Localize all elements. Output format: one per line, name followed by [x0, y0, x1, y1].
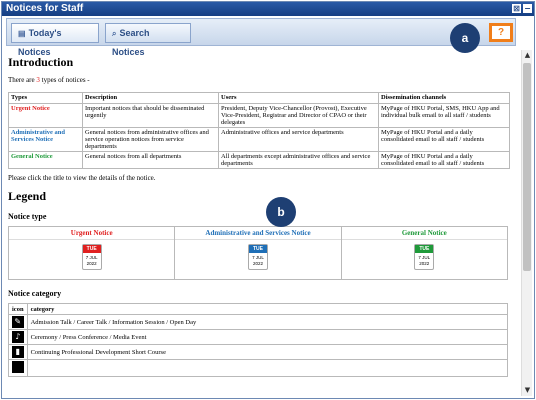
- column-header: Types: [8, 92, 83, 104]
- ceremony-icon: ♪: [11, 331, 24, 343]
- notice-type-heading: Notice type: [8, 212, 47, 221]
- users-cell: Administrative offices and service depar…: [218, 127, 379, 152]
- click-hint-text: Please click the title to view the detai…: [8, 174, 156, 182]
- description-cell: General notices from administrative offi…: [82, 127, 219, 152]
- calendar-icon: ▤: [18, 29, 26, 38]
- calendar-year: 2022: [252, 261, 263, 266]
- calendar-day: TUE: [248, 245, 267, 253]
- column-header: Dissemination channels: [378, 92, 510, 104]
- icon-cell: ▮: [8, 344, 28, 360]
- channels-cell: MyPage of HKU Portal and a daily consoli…: [378, 151, 510, 169]
- icon-cell: [8, 359, 28, 377]
- calendar-icon: TUE 7 JUL 2022: [414, 244, 435, 270]
- category-cell: [26, 359, 509, 377]
- annotation-bubble-b: b: [266, 197, 296, 227]
- intro-text: There are 3 types of notices -: [8, 76, 90, 84]
- type-cell: Urgent Notice: [8, 103, 83, 128]
- column-header: Description: [82, 92, 219, 104]
- notice-type-legend: Urgent Notice TUE 7 JUL 2022 Administrat…: [8, 226, 508, 280]
- talk-icon: ✎: [11, 316, 24, 328]
- window-title: Notices for Staff: [6, 3, 84, 14]
- type-cell: Administrative and Services Notice: [8, 127, 83, 152]
- calendar-day: TUE: [82, 245, 101, 253]
- notice-types-table: Types Description Users Dissemination ch…: [8, 92, 510, 169]
- description-cell: General notices from all departments: [82, 151, 219, 169]
- legend-urgent: Urgent Notice TUE 7 JUL 2022: [9, 227, 176, 279]
- legend-label: Urgent Notice: [9, 229, 175, 240]
- scroll-down-icon[interactable]: ▼: [522, 385, 533, 396]
- users-cell: President, Deputy Vice-Chancellor (Provo…: [218, 103, 379, 128]
- tab-search-notices[interactable]: ⌕ Search Notices: [105, 23, 191, 57]
- icon-cell: ✎: [8, 314, 28, 330]
- table-row: General Notice General notices from all …: [8, 151, 510, 169]
- intro-heading: Introduction: [8, 55, 74, 69]
- legend-label: Administrative and Services Notice: [175, 229, 341, 240]
- minimize-icon[interactable]: −: [523, 4, 532, 13]
- legend-label: General Notice: [341, 229, 507, 240]
- channels-cell: MyPage of HKU Portal and a daily consoli…: [378, 127, 510, 152]
- calendar-day: TUE: [415, 245, 434, 253]
- description-cell: Important notices that should be dissemi…: [82, 103, 219, 128]
- table-header-row: Types Description Users Dissemination ch…: [8, 92, 510, 104]
- category-cell: Continuing Professional Development Shor…: [26, 344, 509, 360]
- column-header: icon: [8, 303, 28, 315]
- book-icon: ▮: [11, 346, 24, 358]
- search-icon: ⌕: [112, 29, 117, 38]
- tab-strip: ▤ Today's Notices ⌕ Search Notices: [6, 18, 516, 57]
- main-content: Introduction There are 3 types of notice…: [8, 50, 518, 396]
- table-header-row: icon category: [8, 303, 509, 315]
- help-button[interactable]: ?: [489, 23, 513, 42]
- calendar-icon: TUE 7 JUL 2022: [247, 244, 268, 270]
- vertical-scrollbar[interactable]: ▲ ▼: [521, 50, 532, 396]
- scrollbar-thumb[interactable]: [523, 63, 531, 271]
- annotation-bubble-a: a: [450, 23, 480, 53]
- calendar-year: 2022: [86, 261, 97, 266]
- legend-heading: Legend: [8, 189, 47, 203]
- notice-category-heading: Notice category: [8, 289, 62, 298]
- table-row: [8, 359, 509, 377]
- scroll-up-icon[interactable]: ▲: [522, 50, 533, 61]
- calendar-year: 2022: [419, 261, 430, 266]
- legend-general: General Notice TUE 7 JUL 2022: [341, 227, 507, 279]
- legend-admin: Administrative and Services Notice TUE 7…: [175, 227, 342, 279]
- category-cell: Ceremony / Press Conference / Media Even…: [26, 329, 509, 345]
- window-titlebar: Notices for Staff ⊠ −: [2, 2, 534, 16]
- channels-cell: MyPage of HKU Portal, SMS, HKU App and i…: [378, 103, 510, 128]
- type-cell: General Notice: [8, 151, 83, 169]
- table-row: ♪ Ceremony / Press Conference / Media Ev…: [8, 329, 509, 345]
- table-row: ▮ Continuing Professional Development Sh…: [8, 344, 509, 360]
- column-header: category: [26, 303, 509, 315]
- table-row: ✎ Admission Talk / Career Talk / Informa…: [8, 314, 509, 330]
- calendar-icon: TUE 7 JUL 2022: [81, 244, 102, 270]
- icon-cell: ♪: [8, 329, 28, 345]
- restore-icon[interactable]: ⊠: [512, 4, 521, 13]
- category-cell: Admission Talk / Career Talk / Informati…: [26, 314, 509, 330]
- tab-todays-notices[interactable]: ▤ Today's Notices: [11, 23, 99, 57]
- window-controls: ⊠ −: [512, 4, 532, 13]
- table-row: Urgent Notice Important notices that sho…: [8, 103, 510, 128]
- column-header: Users: [218, 92, 379, 104]
- users-cell: All departments except administrative of…: [218, 151, 379, 169]
- notice-category-table: icon category ✎ Admission Talk / Career …: [8, 303, 509, 377]
- table-row: Administrative and Services Notice Gener…: [8, 127, 510, 152]
- category-icon: [11, 361, 24, 373]
